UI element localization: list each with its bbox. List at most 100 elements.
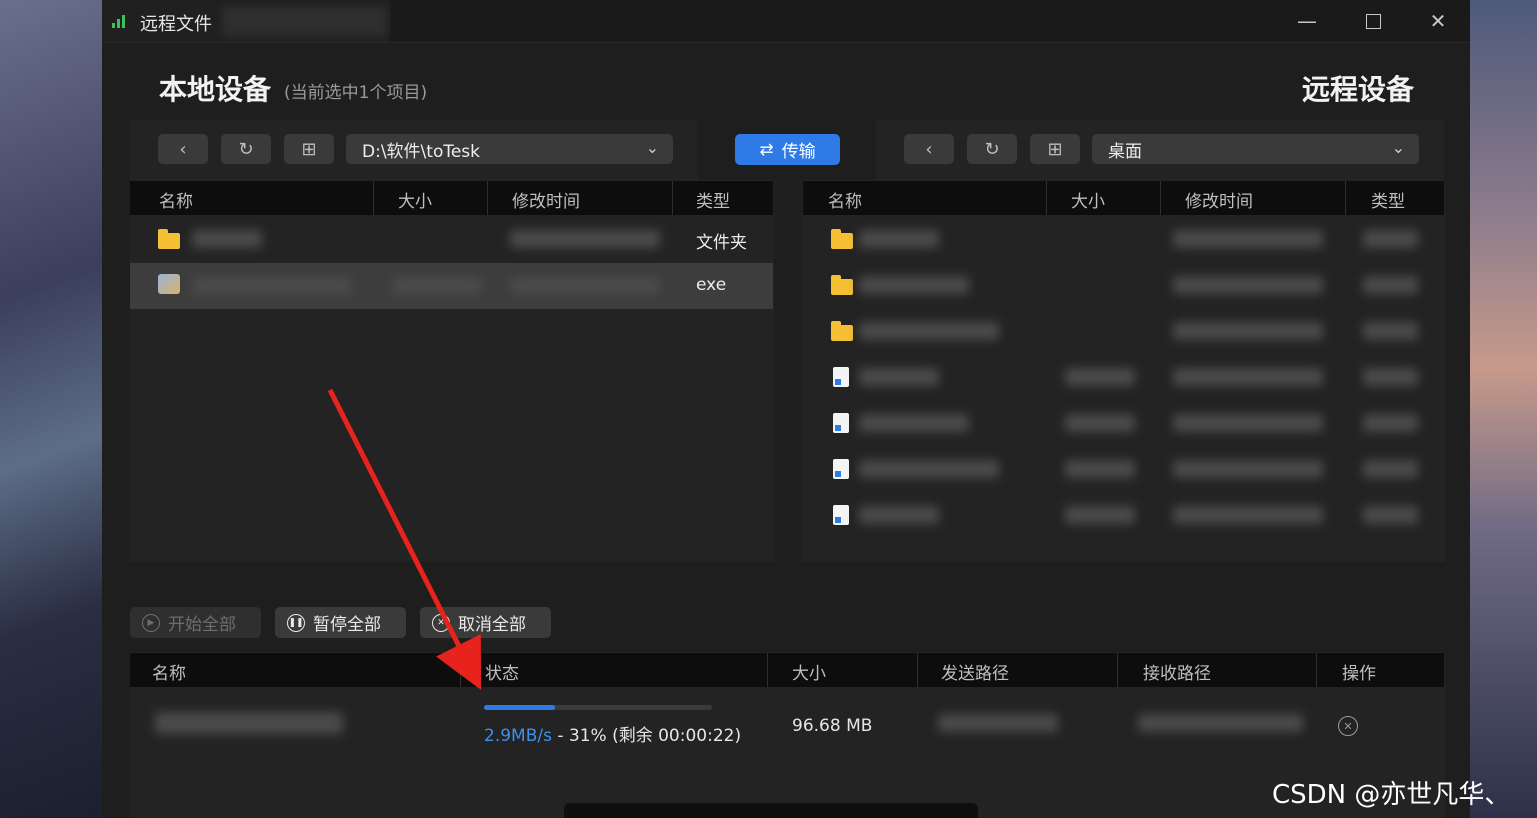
remote-new-folder-button[interactable]: ⊞ bbox=[1030, 134, 1080, 164]
remote-file-window: 远程文件 — ✕ 本地设备 (当前选中1个项目) 远程设备 ‹ ↻ ⊞ D:\软… bbox=[102, 0, 1470, 818]
close-button[interactable]: ✕ bbox=[1418, 6, 1458, 36]
remote-refresh-button[interactable]: ↻ bbox=[967, 134, 1017, 164]
remote-device-title: 远程设备 bbox=[1302, 73, 1415, 106]
remote-col-type[interactable]: 类型 bbox=[1371, 187, 1405, 212]
redacted-type bbox=[1363, 460, 1418, 478]
redacted-date bbox=[1173, 414, 1323, 432]
redacted-size bbox=[1065, 506, 1135, 524]
redacted-name bbox=[859, 460, 999, 478]
redacted-name bbox=[859, 414, 969, 432]
transfer-button[interactable]: ⇄ 传输 bbox=[735, 134, 840, 165]
pause-icon: ❚❚ bbox=[287, 613, 305, 632]
desktop-wallpaper-left bbox=[0, 0, 102, 818]
redacted-type bbox=[1363, 276, 1418, 294]
remote-row[interactable] bbox=[803, 492, 1444, 538]
local-back-button[interactable]: ‹ bbox=[158, 134, 208, 164]
file-icon bbox=[833, 367, 849, 387]
local-row-type: 文件夹 bbox=[696, 233, 747, 253]
queue-col-send-path: 发送路径 bbox=[941, 664, 1009, 684]
minimize-icon: — bbox=[1297, 9, 1317, 33]
redacted-date bbox=[1173, 230, 1323, 248]
redacted-name bbox=[859, 506, 939, 524]
remote-row[interactable] bbox=[803, 446, 1444, 492]
redacted-size bbox=[1065, 460, 1135, 478]
remote-col-modified[interactable]: 修改时间 bbox=[1185, 187, 1253, 212]
signal-icon bbox=[112, 14, 128, 28]
local-path-select[interactable]: D:\软件\toTesk ⌄ bbox=[346, 134, 673, 164]
pause-all-button[interactable]: ❚❚ 暂停全部 bbox=[275, 607, 406, 638]
desktop-wallpaper-right bbox=[1470, 0, 1537, 818]
folder-icon bbox=[831, 275, 853, 295]
redacted-type bbox=[1363, 414, 1418, 432]
redacted-size bbox=[1065, 414, 1135, 432]
redacted-device-name bbox=[222, 6, 387, 36]
redacted-size bbox=[392, 277, 482, 295]
folder-icon bbox=[158, 229, 180, 249]
new-folder-icon: ⊞ bbox=[1047, 138, 1063, 160]
maximize-button[interactable] bbox=[1353, 6, 1393, 36]
remote-col-name[interactable]: 名称 bbox=[828, 187, 862, 212]
local-row[interactable]: 文件夹 bbox=[130, 216, 773, 262]
redacted-date bbox=[510, 230, 660, 248]
transfer-size: 96.68 MB bbox=[792, 716, 873, 736]
new-folder-icon: ⊞ bbox=[301, 138, 317, 160]
folder-icon bbox=[831, 321, 853, 341]
cancel-all-label: 取消全部 bbox=[458, 615, 526, 635]
redacted-type bbox=[1363, 322, 1418, 340]
queue-item bbox=[130, 690, 1444, 770]
pause-all-label: 暂停全部 bbox=[313, 615, 381, 635]
window-title: 远程文件 bbox=[140, 14, 212, 35]
redacted-date bbox=[1173, 506, 1323, 524]
refresh-icon: ↻ bbox=[238, 138, 254, 160]
close-icon: ✕ bbox=[1343, 719, 1353, 733]
app-tab[interactable]: 远程文件 bbox=[102, 0, 390, 42]
folder-icon bbox=[831, 229, 853, 249]
local-refresh-button[interactable]: ↻ bbox=[221, 134, 271, 164]
selection-count: (当前选中1个项目) bbox=[284, 83, 428, 103]
start-all-label: 开始全部 bbox=[168, 615, 236, 635]
redacted-name bbox=[859, 230, 939, 248]
remote-path-value: 桌面 bbox=[1108, 141, 1142, 162]
exe-icon bbox=[158, 274, 180, 294]
file-icon bbox=[833, 459, 849, 479]
remote-row[interactable] bbox=[803, 354, 1444, 400]
remote-col-size[interactable]: 大小 bbox=[1071, 187, 1105, 212]
redacted-file-name bbox=[155, 712, 343, 734]
cancel-icon: ✕ bbox=[432, 613, 450, 632]
transfer-label: 传输 bbox=[781, 142, 816, 162]
redacted-type bbox=[1363, 506, 1418, 524]
redacted-recv-path bbox=[1138, 714, 1303, 732]
start-all-button[interactable]: ▶ 开始全部 bbox=[130, 607, 261, 638]
remote-row[interactable] bbox=[803, 262, 1444, 308]
refresh-icon: ↻ bbox=[984, 138, 1000, 160]
remote-row[interactable] bbox=[803, 400, 1444, 446]
redacted-name bbox=[192, 230, 262, 248]
file-icon bbox=[833, 413, 849, 433]
maximize-icon bbox=[1365, 13, 1381, 29]
redacted-type bbox=[1363, 230, 1418, 248]
queue-col-size: 大小 bbox=[792, 664, 826, 684]
remote-path-select[interactable]: 桌面 ⌄ bbox=[1092, 134, 1419, 164]
transfer-progress-text: - 31% (剩余 00:00:22) bbox=[551, 726, 742, 746]
remote-back-button[interactable]: ‹ bbox=[904, 134, 954, 164]
local-col-name[interactable]: 名称 bbox=[159, 187, 193, 212]
local-col-type[interactable]: 类型 bbox=[696, 187, 730, 212]
redacted-name bbox=[859, 276, 969, 294]
local-row-selected[interactable]: exe bbox=[130, 263, 773, 309]
local-new-folder-button[interactable]: ⊞ bbox=[284, 134, 334, 164]
local-col-modified[interactable]: 修改时间 bbox=[512, 187, 580, 212]
queue-col-recv-path: 接收路径 bbox=[1143, 664, 1211, 684]
redacted-name bbox=[192, 277, 352, 295]
redacted-type bbox=[1363, 368, 1418, 386]
remote-row[interactable] bbox=[803, 308, 1444, 354]
remote-row[interactable] bbox=[803, 216, 1444, 262]
redacted-date bbox=[510, 277, 660, 295]
cancel-all-button[interactable]: ✕ 取消全部 bbox=[420, 607, 551, 638]
local-col-size[interactable]: 大小 bbox=[398, 187, 432, 212]
redacted-name bbox=[859, 322, 999, 340]
minimize-button[interactable]: — bbox=[1287, 6, 1327, 36]
cancel-transfer-button[interactable]: ✕ bbox=[1338, 716, 1358, 736]
bottom-scrollbar[interactable] bbox=[564, 803, 978, 818]
progress-fill bbox=[484, 705, 555, 710]
chevron-left-icon: ‹ bbox=[179, 138, 187, 160]
